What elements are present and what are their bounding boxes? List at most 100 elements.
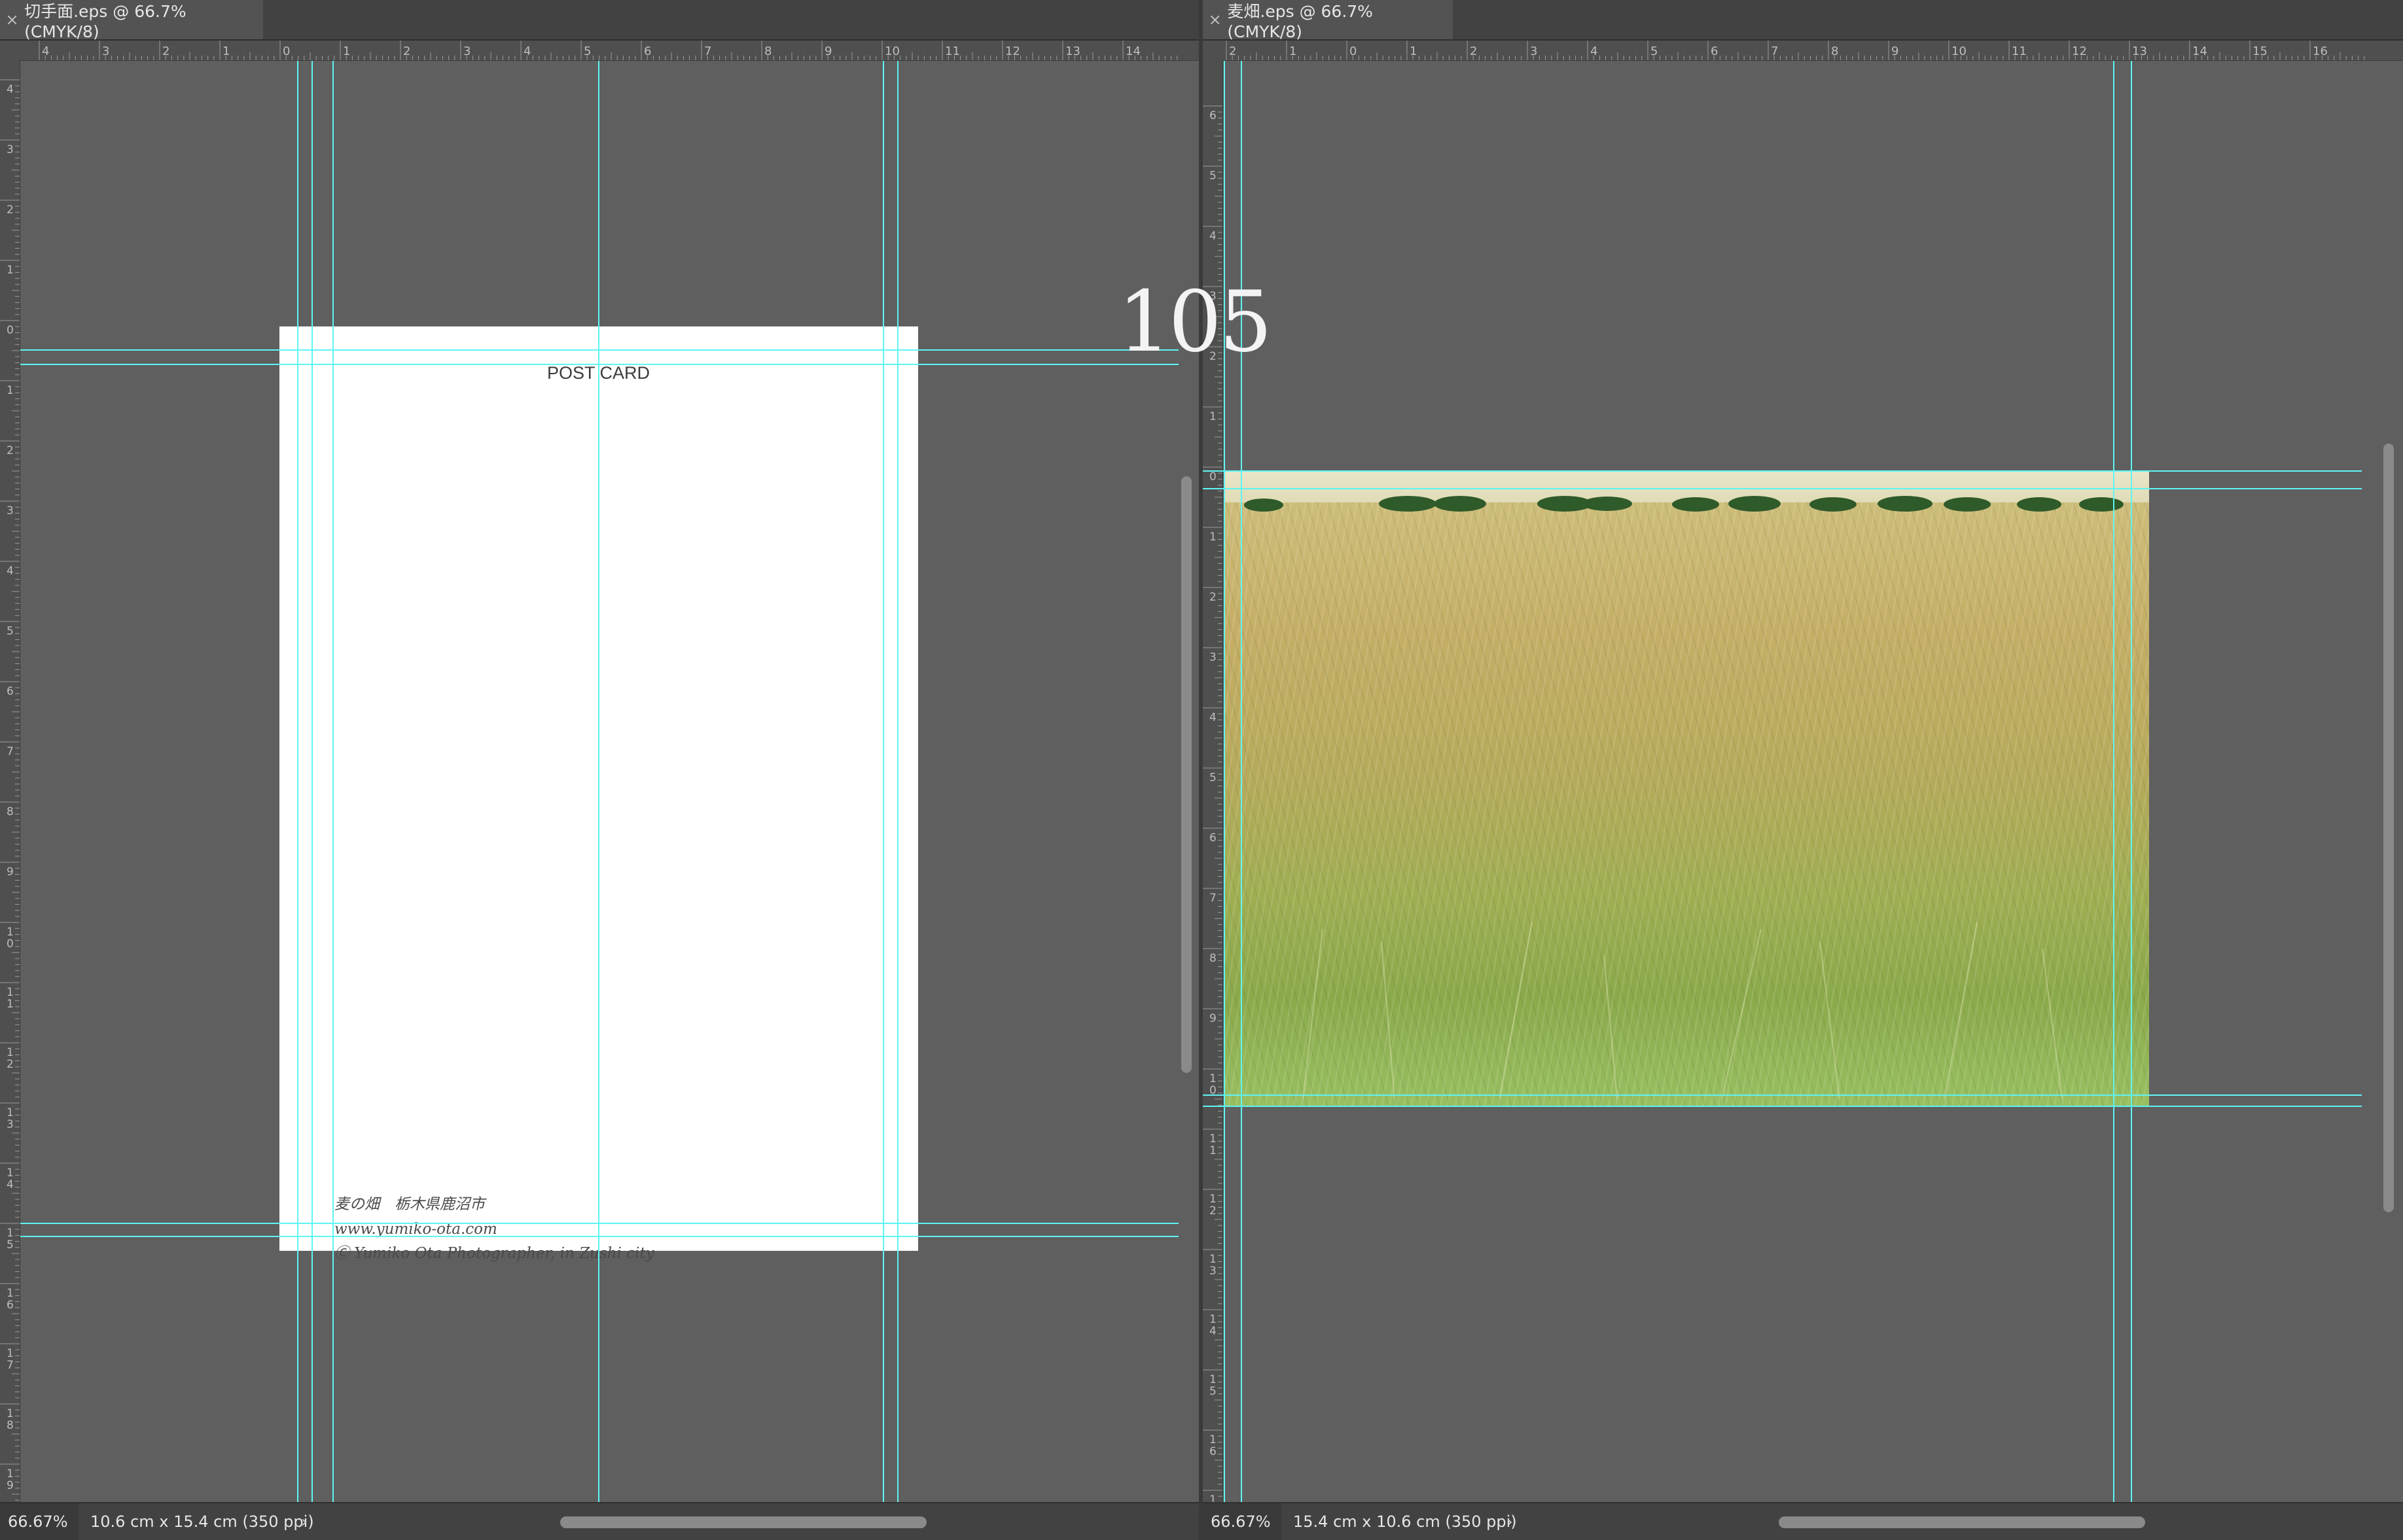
ruler-label: 1 [7, 1407, 14, 1420]
horizontal-scrollbar[interactable] [1779, 1516, 2145, 1528]
ruler-label: 1 [1209, 1144, 1217, 1157]
credit-website: www.yumiko-ota.com [334, 1221, 497, 1238]
ruler-label: 7 [704, 44, 711, 58]
close-tab-icon[interactable]: × [0, 10, 24, 29]
zoom-level[interactable]: 66.67% [1203, 1503, 1281, 1540]
ruler-label: 1 [1209, 1132, 1217, 1146]
ruler-label: 3 [1209, 651, 1217, 664]
ruler-label: 12 [2072, 44, 2087, 58]
ruler-label: 1 [222, 44, 230, 58]
ruler-label: 4 [1209, 711, 1217, 724]
horizontal-guide[interactable] [20, 1223, 1179, 1224]
ruler-label: 0 [7, 324, 14, 337]
ruler-label: 13 [2132, 44, 2147, 58]
ruler-label: 1 [7, 1287, 14, 1300]
ruler-label: 1 [7, 1106, 14, 1119]
ruler-label: 4 [1590, 44, 1597, 58]
ruler-ticks: 4321012345678910111213141516171819 [0, 79, 20, 1501]
credit-copyright: Ⓒ Yumiko Ota Photographer, in Zushi city [334, 1245, 654, 1262]
ruler-label: 4 [7, 1178, 14, 1191]
status-bar: 66.67% 15.4 cm x 10.6 cm (350 ppi) › [1203, 1502, 2403, 1540]
horizontal-guide[interactable] [1203, 1106, 2362, 1107]
horizontal-ruler[interactable]: 4 3 2 1 0 1 2 3 4 5 6 7 8 9 10 11 12 13 14 [0, 41, 1199, 61]
ruler-label: 4 [524, 44, 531, 58]
ruler-label: 1 [1209, 1193, 1217, 1206]
horizontal-guide[interactable] [1203, 470, 2362, 472]
document-tab-stamp-side[interactable]: × 切手面.eps @ 66.7% (CMYK/8) [0, 0, 263, 41]
ruler-label: 1 [7, 1046, 14, 1059]
vertical-guide[interactable] [312, 61, 313, 1503]
vertical-guide[interactable] [332, 61, 334, 1503]
ruler-label: 5 [7, 625, 14, 638]
ruler-label: 9 [825, 44, 832, 58]
ruler-label: 6 [644, 44, 651, 58]
document-canvas[interactable]: POST CARD 麦の畑 栃木県鹿沼市 www.yumiko-ota.com … [20, 61, 1199, 1503]
ruler-label: 2 [162, 44, 169, 58]
horizontal-guide[interactable] [20, 364, 1179, 365]
ruler-label: 1 [1209, 1072, 1217, 1085]
ruler-tick-group: 2 1 0 1 2 3 4 5 6 7 8 9 10 11 12 13 14 15 16 [1226, 41, 2365, 60]
vertical-guide[interactable] [883, 61, 884, 1503]
ruler-label: 6 [1711, 44, 1718, 58]
ruler-label: 3 [1530, 44, 1537, 58]
ruler-label: 5 [1209, 1385, 1217, 1398]
close-tab-icon[interactable]: × [1203, 10, 1227, 29]
ruler-label: 14 [1126, 44, 1141, 58]
document-tab-wheat-field[interactable]: × 麦畑.eps @ 66.7% (CMYK/8) [1203, 0, 1453, 41]
tab-bar: × 切手面.eps @ 66.7% (CMYK/8) [0, 0, 1199, 41]
right-document-window: × 麦畑.eps @ 66.7% (CMYK/8) 2 1 0 1 2 3 4 5 6 7 8 9 10… [1203, 0, 2403, 1540]
ruler-label: 2 [7, 1058, 14, 1071]
document-size-info: 10.6 cm x 15.4 cm (350 ppi) [90, 1513, 314, 1531]
tab-bar: × 麦畑.eps @ 66.7% (CMYK/8) [1203, 0, 2403, 41]
credit-location: 麦の畑 栃木県鹿沼市 [334, 1196, 485, 1213]
ruler-label: 10 [885, 44, 900, 58]
horizontal-guide[interactable] [20, 1236, 1179, 1237]
vertical-ruler[interactable]: 4321012345678910111213141516171819 [0, 60, 20, 1503]
ruler-label: 1 [1209, 1253, 1217, 1266]
ruler-label: 1 [1289, 44, 1296, 58]
document-canvas[interactable] [1203, 61, 2403, 1503]
document-tab-title: 切手面.eps @ 66.7% (CMYK/8) [24, 1, 187, 41]
ruler-label: 1 [1209, 1433, 1217, 1446]
horizontal-guide[interactable] [1203, 1094, 2362, 1096]
ruler-label: 1 [1209, 1313, 1217, 1326]
vertical-scrollbar[interactable] [2383, 444, 2394, 1212]
vertical-guide[interactable] [2131, 61, 2132, 1503]
left-document-window: × 切手面.eps @ 66.7% (CMYK/8) 4321012345678… [0, 0, 1199, 1540]
ruler-label: 9 [7, 1479, 14, 1492]
ruler-label: 1 [7, 1467, 14, 1480]
ruler-label: 7 [1209, 892, 1217, 905]
ruler-label: 3 [463, 44, 471, 58]
horizontal-scrollbar[interactable] [560, 1516, 927, 1528]
ruler-label: 0 [1349, 44, 1357, 58]
vertical-guide[interactable] [897, 61, 899, 1503]
vertical-guide[interactable] [598, 61, 599, 1503]
ruler-label: 7 [1771, 44, 1778, 58]
vertical-guide[interactable] [2113, 61, 2114, 1503]
ruler-label: 6 [1209, 1445, 1217, 1458]
ruler-label: 4 [1209, 230, 1217, 243]
ruler-label: 1 [343, 44, 350, 58]
ruler-label: 1 [7, 384, 14, 397]
vertical-scrollbar[interactable] [1181, 476, 1192, 1073]
ruler-tick-group: 4 3 2 1 0 1 2 3 4 5 6 7 8 9 10 11 12 13 14 [39, 41, 1178, 60]
horizontal-guide[interactable] [1203, 488, 2362, 489]
vertical-guide[interactable] [297, 61, 298, 1503]
ruler-label: 1 [7, 264, 14, 277]
ruler-label: 8 [7, 1419, 14, 1432]
ruler-label: 2 [1209, 1204, 1217, 1217]
horizontal-guide[interactable] [20, 349, 1179, 351]
ruler-label: 7 [7, 1359, 14, 1372]
horizontal-ruler[interactable]: 2 1 0 1 2 3 4 5 6 7 8 9 10 11 12 13 14 15 16 [1203, 41, 2403, 61]
ruler-label: 1 [7, 926, 14, 939]
zoom-level[interactable]: 66.67% [0, 1503, 79, 1540]
status-menu-arrow-icon[interactable]: › [1506, 1503, 1513, 1540]
overlay-page-number: 105 [1118, 273, 1272, 371]
ruler-label: 11 [945, 44, 960, 58]
ruler-label: 1 [1410, 44, 1417, 58]
ruler-label: 12 [1005, 44, 1020, 58]
ruler-label: 0 [1209, 470, 1217, 483]
ruler-label: 8 [1831, 44, 1838, 58]
ruler-label: 2 [1470, 44, 1477, 58]
status-menu-arrow-icon[interactable]: › [301, 1503, 308, 1540]
